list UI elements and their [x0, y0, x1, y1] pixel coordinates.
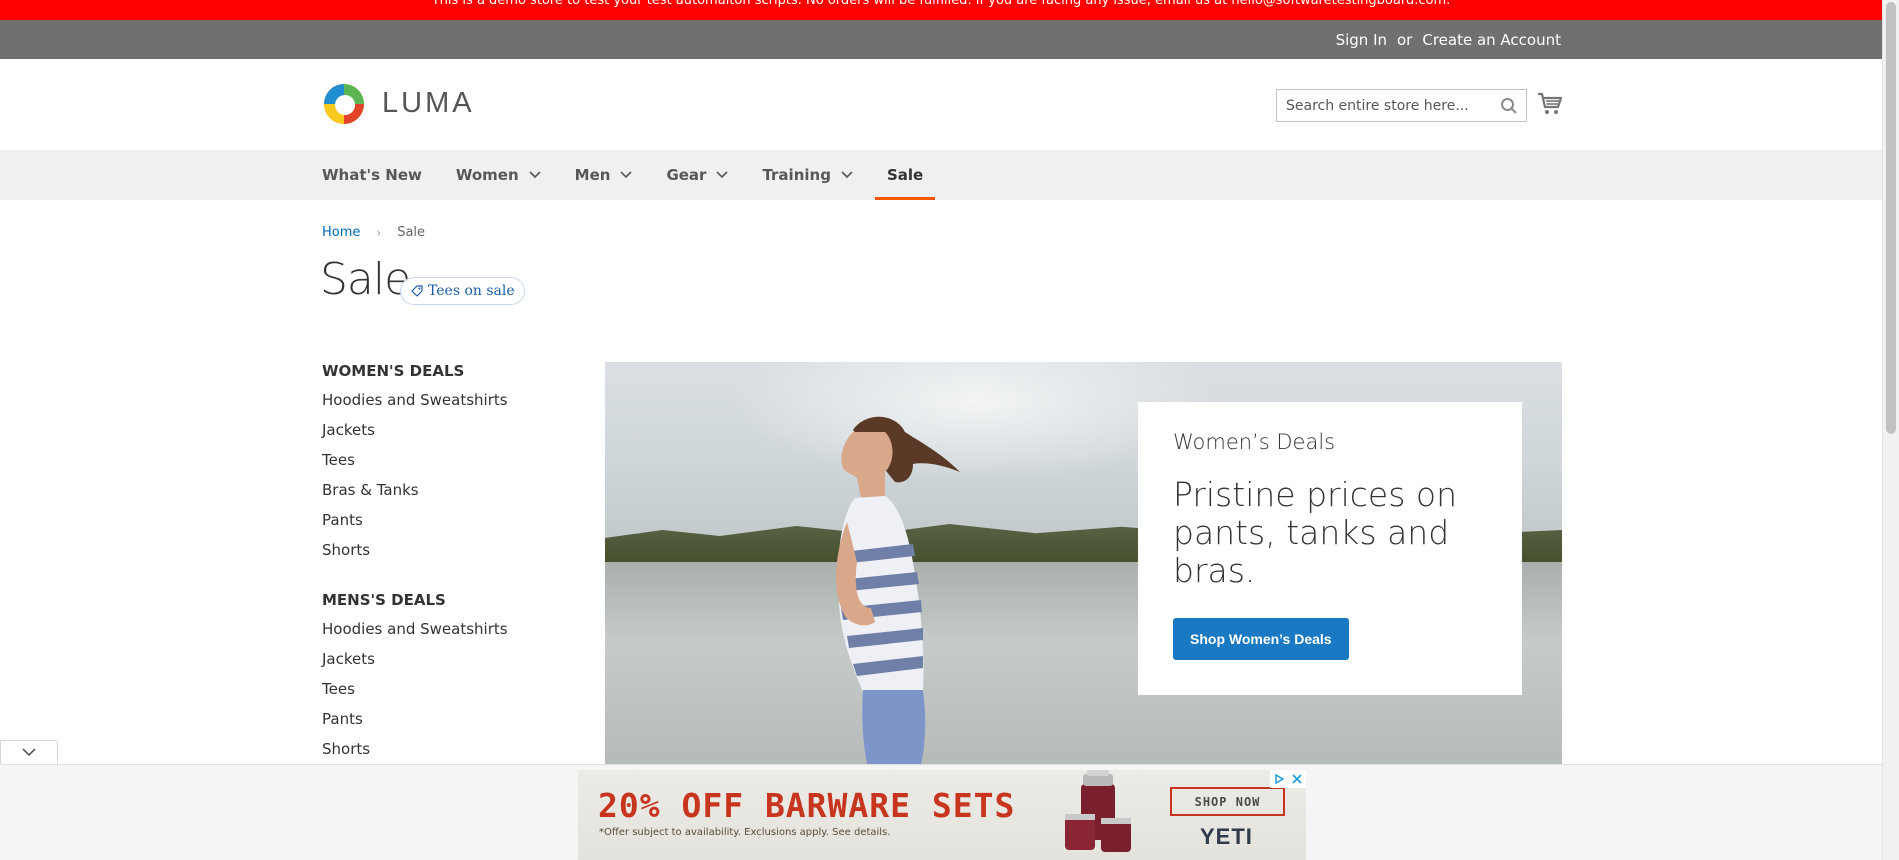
- sign-in-link[interactable]: Sign In: [1336, 31, 1387, 49]
- ad-collapse-button[interactable]: [0, 740, 58, 764]
- ad-banner[interactable]: 20% OFF BARWARE SETS *Offer subject to a…: [578, 770, 1306, 860]
- sidebar-group-womens-deals: WOMEN'S DEALS Hoodies and Sweatshirts Ja…: [322, 360, 552, 570]
- nav-training[interactable]: Training: [762, 150, 864, 200]
- chevron-down-icon: [620, 171, 633, 179]
- tag-label: Tees on sale: [428, 283, 515, 299]
- hero-headline: Pristine prices on pants, tanks and bras…: [1173, 475, 1457, 590]
- sidebar-link-men-pants[interactable]: Pants: [322, 709, 552, 739]
- close-icon[interactable]: [1288, 770, 1306, 788]
- search-box: [1276, 89, 1527, 122]
- search-icon[interactable]: [1500, 97, 1518, 115]
- search-input[interactable]: [1277, 90, 1487, 121]
- nav-men[interactable]: Men: [575, 150, 645, 200]
- sidebar-deals: WOMEN'S DEALS Hoodies and Sweatshirts Ja…: [322, 360, 552, 788]
- header-top-bar: Sign In or Create an Account: [0, 20, 1882, 59]
- sidebar-link-women-jackets[interactable]: Jackets: [322, 420, 552, 450]
- sidebar-heading: MENS'S DEALS: [322, 591, 446, 609]
- tees-on-sale-tag[interactable]: Tees on sale: [400, 277, 525, 305]
- page-scrollbar[interactable]: [1882, 0, 1899, 860]
- ad-shop-now-button[interactable]: SHOP NOW: [1170, 787, 1285, 816]
- ad-badges: [1270, 770, 1306, 788]
- hero-promo-card: Women’s Deals Pristine prices on pants, …: [1138, 402, 1522, 695]
- breadcrumb: Home › Sale: [322, 225, 425, 240]
- nav-sale[interactable]: Sale: [874, 150, 936, 200]
- main-navigation: What's New Women Men Gear Training Sale: [322, 150, 957, 200]
- create-account-link[interactable]: Create an Account: [1422, 31, 1561, 49]
- chevron-down-icon: [841, 171, 853, 179]
- sidebar-link-women-hoodies[interactable]: Hoodies and Sweatshirts: [322, 390, 552, 420]
- breadcrumb-home[interactable]: Home: [322, 225, 360, 240]
- sidebar-link-women-bras-tanks[interactable]: Bras & Tanks: [322, 480, 552, 510]
- demo-notice-banner: This is a demo store to test your test a…: [0, 0, 1882, 20]
- adchoices-icon[interactable]: [1270, 770, 1288, 788]
- barware-product-image: [1065, 770, 1131, 852]
- chevron-right-icon: ›: [376, 225, 382, 240]
- header-links: Sign In or Create an Account: [1336, 20, 1561, 59]
- chevron-down-icon: [716, 171, 729, 179]
- nav-gear[interactable]: Gear: [666, 150, 740, 200]
- demo-notice-text: This is a demo store to test your test a…: [431, 0, 1451, 8]
- or-separator: or: [1397, 30, 1413, 49]
- store-logo[interactable]: LUMA: [322, 81, 475, 126]
- sidebar-link-men-tees[interactable]: Tees: [322, 679, 552, 709]
- sidebar-heading: WOMEN'S DEALS: [322, 362, 465, 380]
- nav-label: Men: [574, 166, 611, 184]
- shop-womens-deals-button[interactable]: Shop Women’s Deals: [1173, 618, 1349, 660]
- cart-icon[interactable]: [1537, 92, 1563, 116]
- sidebar-group-mens-deals: MENS'S DEALS Hoodies and Sweatshirts Jac…: [322, 589, 552, 769]
- nav-label: Training: [762, 166, 831, 184]
- page-title: Sale: [320, 254, 411, 305]
- nav-label: Sale: [886, 166, 924, 184]
- logo-text: LUMA: [382, 87, 475, 119]
- ad-brand-logo: YETI: [1200, 824, 1253, 849]
- hero-eyebrow: Women’s Deals: [1173, 430, 1336, 454]
- nav-label: What's New: [322, 166, 422, 184]
- ad-headline: 20% OFF BARWARE SETS: [598, 786, 1016, 825]
- runner-figure: [836, 416, 960, 764]
- breadcrumb-current: Sale: [397, 225, 426, 240]
- chevron-down-icon: [22, 748, 36, 757]
- chevron-down-icon: [529, 171, 541, 179]
- nav-label: Women: [455, 166, 519, 184]
- sidebar-link-women-tees[interactable]: Tees: [322, 450, 552, 480]
- sidebar-link-men-jackets[interactable]: Jackets: [322, 649, 552, 679]
- nav-label: Gear: [666, 166, 707, 184]
- sidebar-link-women-shorts[interactable]: Shorts: [322, 540, 552, 570]
- nav-whats-new[interactable]: What's New: [322, 150, 434, 200]
- luma-logo-icon: [324, 83, 364, 124]
- ad-fine-print: *Offer subject to availability. Exclusio…: [599, 827, 891, 838]
- nav-women[interactable]: Women: [456, 150, 553, 200]
- sidebar-link-men-hoodies[interactable]: Hoodies and Sweatshirts: [322, 619, 552, 649]
- scrollbar-thumb[interactable]: [1886, 2, 1896, 434]
- tag-icon: [411, 285, 423, 297]
- main-navigation-bar: What's New Women Men Gear Training Sale: [0, 150, 1882, 200]
- sidebar-link-women-pants[interactable]: Pants: [322, 510, 552, 540]
